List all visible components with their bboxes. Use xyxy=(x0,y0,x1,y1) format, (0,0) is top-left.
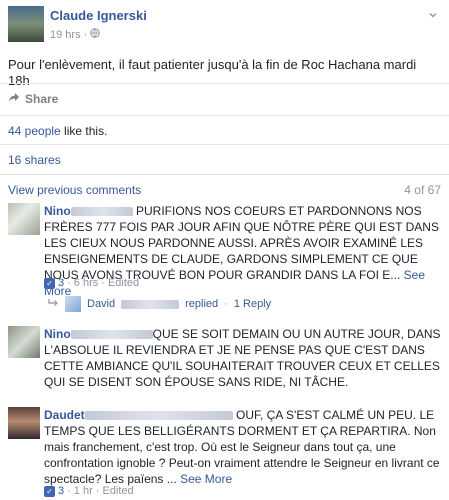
post-text: Pour l'enlèvement, il faut patienter jus… xyxy=(8,57,417,88)
likes-summary: 44 people like this. xyxy=(8,124,107,138)
post-header: Claude Ignerski 19 hrs · xyxy=(8,6,443,42)
reply-arrow-icon xyxy=(48,298,59,310)
post-time[interactable]: 19 hrs xyxy=(50,29,81,41)
redacted-surname xyxy=(84,411,233,421)
divider xyxy=(0,144,449,145)
author-name[interactable]: Claude Ignerski xyxy=(50,8,147,23)
author-avatar[interactable] xyxy=(8,6,44,42)
comment-time[interactable]: 1 hr xyxy=(74,485,93,497)
commenter-avatar[interactable] xyxy=(8,407,40,439)
likes-suffix: like this. xyxy=(60,124,108,138)
like-count[interactable]: 3 xyxy=(58,277,64,289)
comment-actions: ✓ 3 · 1 hr · Edited xyxy=(44,485,134,497)
divider xyxy=(0,174,449,175)
commenter-name[interactable]: Daudet xyxy=(44,408,85,422)
facebook-post: Claude Ignerski 19 hrs · Pour l'enlèveme… xyxy=(0,0,449,500)
divider xyxy=(0,83,449,84)
comment-body: Daudet OUF, ÇA S'EST CALMÉ UN PEU. LE TE… xyxy=(44,407,444,487)
like-icon: ✓ xyxy=(44,485,55,497)
commenter-avatar[interactable] xyxy=(8,203,40,235)
comment: Daudet OUF, ÇA S'EST CALMÉ UN PEU. LE TE… xyxy=(8,407,443,500)
view-previous-comments[interactable]: View previous comments xyxy=(8,183,141,197)
share-label: Share xyxy=(25,92,59,106)
edited-label[interactable]: Edited xyxy=(108,277,139,289)
comment-body: Nino QUE SE SOIT DEMAIN OU UN AUTRE JOUR,… xyxy=(44,326,444,390)
reply-count[interactable]: 1 Reply xyxy=(234,298,271,310)
divider xyxy=(0,115,449,116)
redacted-surname xyxy=(121,299,180,309)
commenter-name[interactable]: Nino xyxy=(44,204,71,218)
comment-count: 4 of 67 xyxy=(404,183,441,197)
like-count[interactable]: 3 xyxy=(58,485,64,497)
edited-label[interactable]: Edited xyxy=(102,485,133,497)
reply-summary[interactable]: David replied · 1 Reply xyxy=(48,296,271,312)
shares-link[interactable]: 16 shares xyxy=(8,153,61,167)
replier-avatar xyxy=(65,296,81,312)
redacted-surname xyxy=(70,330,153,340)
commenter-name[interactable]: Nino xyxy=(44,327,71,341)
replied-label[interactable]: replied xyxy=(185,298,218,310)
commenter-avatar[interactable] xyxy=(8,326,40,358)
comment: Nino QUE SE SOIT DEMAIN OU UN AUTRE JOUR,… xyxy=(8,326,443,398)
like-icon: ✓ xyxy=(44,277,55,289)
globe-icon xyxy=(90,28,101,41)
post-meta: 19 hrs · xyxy=(50,28,101,41)
redacted-surname xyxy=(70,207,133,217)
comment-actions: ✓ 3 · 6 hrs · Edited xyxy=(44,277,139,289)
share-button[interactable]: Share xyxy=(8,92,58,106)
replier-name[interactable]: David xyxy=(87,298,115,310)
share-icon xyxy=(8,92,20,106)
chevron-down-icon[interactable] xyxy=(427,10,439,22)
likes-link[interactable]: 44 people xyxy=(8,124,61,138)
comment-time[interactable]: 6 hrs xyxy=(74,277,98,289)
see-more-link[interactable]: See More xyxy=(180,472,232,486)
